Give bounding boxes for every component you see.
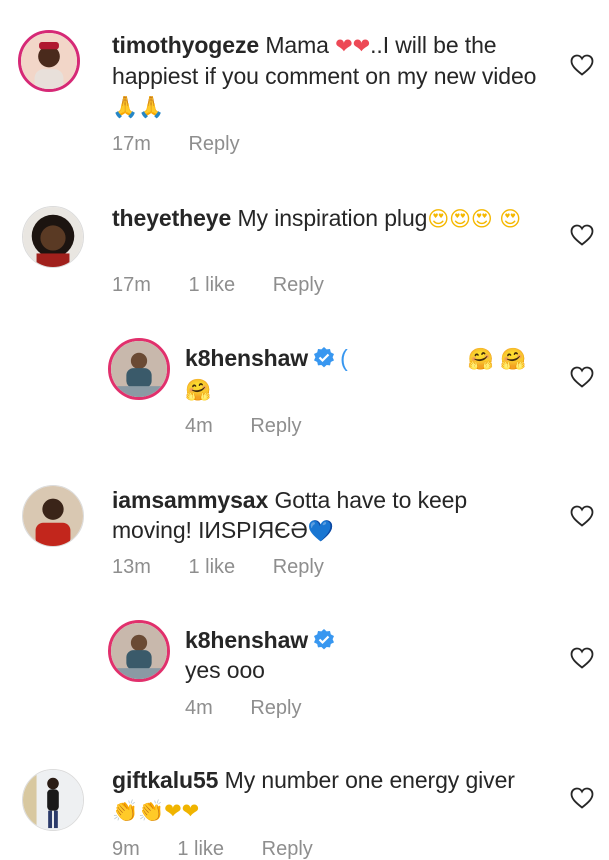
comment-meta: 17m 1 like Reply — [112, 273, 356, 297]
comment-text: yes ooo — [185, 657, 265, 683]
reply-button[interactable]: Reply — [250, 697, 301, 719]
praying-hands-emoji: 🙏🙏 — [112, 95, 165, 119]
likes-count[interactable]: 1 like — [188, 556, 235, 578]
verified-badge-icon — [314, 629, 335, 650]
timestamp: 13m — [112, 556, 151, 578]
comment-body: theyetheye My inspiration plug😍😍😍 😍 — [112, 203, 542, 234]
comment-item: giftkalu55 My number one energy giver 👏👏… — [0, 735, 609, 860]
reply-button[interactable]: Reply — [273, 556, 324, 578]
comment-text: My inspiration plug — [237, 205, 428, 231]
heart-outline-icon[interactable] — [570, 647, 594, 669]
comment-meta: 17m Reply — [112, 132, 272, 156]
timestamp: 9m — [112, 838, 140, 860]
avatar[interactable] — [22, 485, 84, 547]
comment-text: Mama — [265, 32, 329, 58]
comment-text: ( — [340, 345, 348, 371]
avatar[interactable] — [18, 30, 80, 92]
verified-badge-icon — [314, 347, 335, 368]
reply-button[interactable]: Reply — [273, 274, 324, 296]
comment-meta: 4m Reply — [185, 414, 334, 438]
avatar[interactable] — [108, 620, 170, 682]
comment-item: timothyogeze Mama ❤❤..I will be the happ… — [0, 0, 609, 170]
timestamp: 17m — [112, 274, 151, 296]
comment-item: theyetheye My inspiration plug😍😍😍 😍 17m … — [0, 170, 609, 310]
avatar[interactable] — [22, 206, 84, 268]
comment-item: k8henshaw yes ooo 4m Reply — [0, 595, 609, 735]
avatar[interactable] — [108, 338, 170, 400]
heart-outline-icon[interactable] — [570, 54, 594, 76]
timestamp: 4m — [185, 697, 213, 719]
username[interactable]: iamsammysax — [112, 487, 268, 513]
likes-count[interactable]: 1 like — [188, 274, 235, 296]
heart-outline-icon[interactable] — [570, 224, 594, 246]
reply-button[interactable]: Reply — [262, 838, 313, 860]
reply-button[interactable]: Reply — [250, 415, 301, 437]
comment-body: k8henshaw yes ooo — [185, 625, 545, 685]
username[interactable]: giftkalu55 — [112, 767, 218, 793]
username[interactable]: k8henshaw — [185, 345, 308, 371]
username[interactable]: k8henshaw — [185, 627, 308, 653]
comment-meta: 9m 1 like Reply — [112, 837, 345, 860]
reply-button[interactable]: Reply — [188, 133, 239, 155]
heart-eyes-emoji: 😍😍😍 😍 — [427, 207, 522, 231]
heart-emoji: ❤❤ — [335, 34, 371, 58]
comment-body: timothyogeze Mama ❤❤..I will be the happ… — [112, 30, 552, 122]
likes-count[interactable]: 1 like — [177, 838, 224, 860]
username[interactable]: theyetheye — [112, 205, 231, 231]
comment-meta: 13m 1 like Reply — [112, 555, 356, 579]
comment-body: k8henshaw(🤗 🤗🤗 — [185, 343, 545, 405]
comment-item: iamsammysax Gotta have to keep moving! I… — [0, 455, 609, 595]
avatar[interactable] — [22, 769, 84, 831]
comment-body: iamsammysax Gotta have to keep moving! I… — [112, 485, 512, 546]
comment-body: giftkalu55 My number one energy giver 👏👏… — [112, 765, 552, 826]
heart-outline-icon[interactable] — [570, 505, 594, 527]
heart-outline-icon[interactable] — [570, 787, 594, 809]
heart-outline-icon[interactable] — [570, 366, 594, 388]
comment-text: My number one energy giver — [224, 767, 515, 793]
comment-meta: 4m Reply — [185, 696, 334, 720]
timestamp: 4m — [185, 415, 213, 437]
blue-heart-emoji: 💙 — [307, 519, 334, 543]
comment-item: k8henshaw(🤗 🤗🤗 4m Reply — [0, 310, 609, 455]
clapping-hands-emoji: 👏👏❤❤ — [112, 799, 200, 823]
username[interactable]: timothyogeze — [112, 32, 259, 58]
timestamp: 17m — [112, 133, 151, 155]
